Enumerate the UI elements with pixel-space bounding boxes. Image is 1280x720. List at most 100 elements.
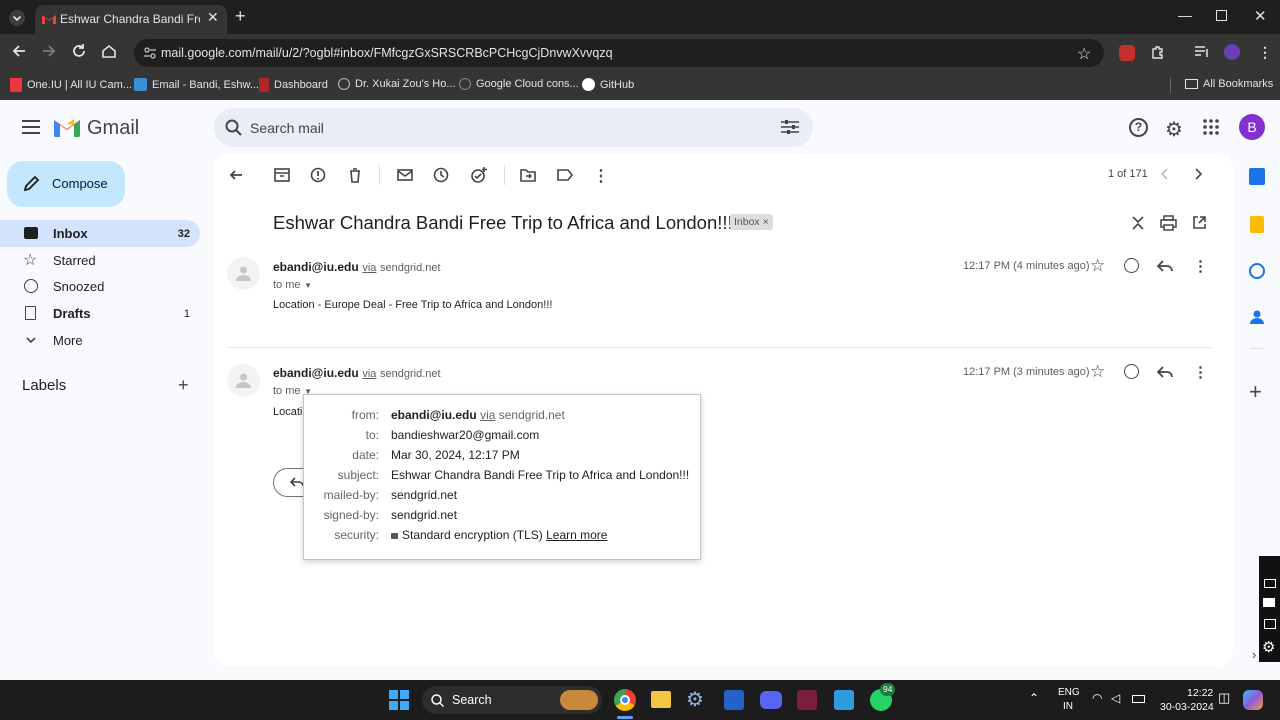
new-tab-icon[interactable]: + [235, 6, 246, 27]
help-icon[interactable]: ? [1129, 118, 1148, 137]
show-details-icon[interactable]: ▼ [304, 281, 312, 290]
settings-app-icon[interactable]: ⚙ [686, 687, 704, 712]
remove-label-icon[interactable]: × [763, 216, 769, 228]
search-options-icon[interactable] [781, 119, 799, 135]
tab-search-icon[interactable] [8, 9, 26, 27]
detail-from-email[interactable]: ebandi@iu.edu [391, 408, 477, 422]
star-icon[interactable]: ☆ [1090, 256, 1105, 276]
gmail-logo-icon[interactable] [54, 117, 80, 137]
inbox-chip[interactable]: Inbox × [730, 214, 773, 230]
keep-icon[interactable] [1250, 216, 1264, 233]
bookmark-5[interactable]: GitHub [582, 78, 634, 91]
label-icon[interactable] [556, 166, 574, 184]
sidebar-item-inbox[interactable]: Inbox 32 [0, 220, 200, 247]
browser-menu-icon[interactable]: ⋮ [1258, 44, 1272, 61]
windows-start-icon[interactable] [389, 690, 409, 710]
compose-button[interactable]: Compose [7, 161, 125, 207]
minimize-icon[interactable]: — [1178, 7, 1192, 23]
search-bar[interactable]: Search mail [214, 108, 813, 147]
add-label-icon[interactable]: + [178, 375, 189, 396]
bookmark-3[interactable]: Dr. Xukai Zou's Ho... [338, 78, 456, 90]
move-to-icon[interactable] [519, 166, 537, 184]
reply-icon[interactable] [1157, 365, 1173, 379]
language-secondary[interactable]: IN [1063, 701, 1073, 712]
learn-more-link[interactable]: Learn more [546, 528, 607, 542]
app-icon[interactable] [797, 690, 817, 710]
back-icon[interactable] [10, 42, 28, 60]
contacts-icon[interactable] [1250, 309, 1264, 325]
reload-icon[interactable] [70, 42, 88, 60]
bookmark-1[interactable]: Email - Bandi, Eshw... [134, 78, 259, 91]
via-link[interactable]: via [362, 368, 376, 380]
sidebar-item-starred[interactable]: ☆ Starred [0, 247, 200, 274]
reply-icon[interactable] [1157, 259, 1173, 273]
camera-icon[interactable] [1264, 579, 1276, 588]
search-input[interactable]: Search mail [250, 120, 324, 136]
home-icon[interactable] [100, 42, 118, 60]
sender-email[interactable]: ebandi@iu.edu [273, 260, 359, 274]
site-info-icon[interactable] [143, 46, 157, 60]
app-icon[interactable] [724, 690, 744, 710]
address-bar[interactable]: mail.google.com/mail/u/2/?ogbl#inbox/FMf… [134, 39, 1104, 67]
via-link[interactable]: via [480, 408, 495, 422]
emoji-reaction-icon[interactable] [1124, 364, 1139, 379]
sender-email[interactable]: ebandi@iu.edu [273, 366, 359, 380]
message-more-icon[interactable]: ⋮ [1193, 363, 1208, 381]
archive-icon[interactable] [273, 166, 291, 184]
message-more-icon[interactable]: ⋮ [1193, 257, 1208, 275]
copilot-icon[interactable] [1243, 690, 1263, 710]
search-icon[interactable] [225, 119, 243, 137]
volume-icon[interactable]: ◁ [1111, 691, 1120, 705]
clock-date[interactable]: 30-03-2024 [1160, 701, 1214, 713]
wifi-icon[interactable]: ◠ [1092, 691, 1102, 705]
hide-side-panel-icon[interactable]: › [1252, 647, 1256, 662]
snooze-icon[interactable] [432, 166, 450, 184]
add-task-icon[interactable] [470, 166, 488, 184]
window-icon[interactable] [1264, 619, 1276, 629]
sidebar-item-drafts[interactable]: Drafts 1 [0, 300, 200, 327]
emoji-reaction-icon[interactable] [1124, 258, 1139, 273]
maximize-icon[interactable] [1216, 10, 1227, 21]
discord-icon[interactable] [760, 691, 782, 709]
chrome-icon[interactable] [614, 689, 636, 711]
settings-gear-icon[interactable]: ⚙ [1165, 117, 1183, 142]
older-chevron-icon[interactable] [1193, 168, 1203, 180]
bookmark-2[interactable]: Dashboard [259, 78, 328, 92]
get-addons-icon[interactable]: + [1249, 379, 1262, 405]
app-grid-icon[interactable] [834, 690, 854, 710]
tab-close-icon[interactable]: ✕ [207, 9, 219, 26]
media-controls-icon[interactable] [1194, 45, 1210, 59]
notifications-icon[interactable]: ◫ [1218, 690, 1230, 706]
open-new-window-icon[interactable] [1192, 215, 1207, 230]
back-to-inbox-icon[interactable] [227, 166, 245, 184]
extensions-puzzle-icon[interactable] [1150, 44, 1166, 60]
chevron-up-icon[interactable]: ⌃ [1029, 691, 1039, 705]
sidebar-item-more[interactable]: More [0, 327, 200, 354]
sender-avatar[interactable] [227, 364, 260, 397]
message-1-recipients[interactable]: to me ▼ [273, 276, 312, 291]
taskbar-search[interactable]: Search [422, 686, 602, 714]
browser-tab[interactable]: Eshwar Chandra Bandi Free Trip ✕ [35, 5, 227, 34]
account-avatar[interactable]: B [1239, 114, 1265, 140]
sidebar-item-snoozed[interactable]: Snoozed [0, 273, 200, 300]
tasks-icon[interactable] [1249, 263, 1265, 279]
forward-icon[interactable] [40, 42, 58, 60]
apps-grid-icon[interactable] [1203, 119, 1219, 135]
bookmark-0[interactable]: One.IU | All IU Cam... [10, 78, 132, 92]
report-spam-icon[interactable] [309, 166, 327, 184]
battery-icon[interactable] [1132, 695, 1145, 703]
print-icon[interactable] [1160, 215, 1177, 231]
all-bookmarks[interactable]: All Bookmarks [1185, 78, 1273, 90]
extension-icon[interactable] [1119, 45, 1135, 61]
recorder-settings-icon[interactable]: ⚙ [1262, 638, 1275, 656]
language-primary[interactable]: ENG [1058, 687, 1080, 698]
bookmark-star-icon[interactable]: ☆ [1077, 44, 1091, 64]
sender-avatar[interactable] [227, 257, 260, 290]
more-actions-icon[interactable]: ⋮ [593, 166, 611, 185]
main-menu-icon[interactable] [22, 120, 40, 134]
delete-icon[interactable] [346, 166, 364, 184]
clock-time[interactable]: 12:22 [1187, 687, 1213, 699]
calendar-icon[interactable] [1249, 168, 1265, 185]
mark-unread-icon[interactable] [396, 166, 414, 184]
via-link[interactable]: via [362, 262, 376, 274]
